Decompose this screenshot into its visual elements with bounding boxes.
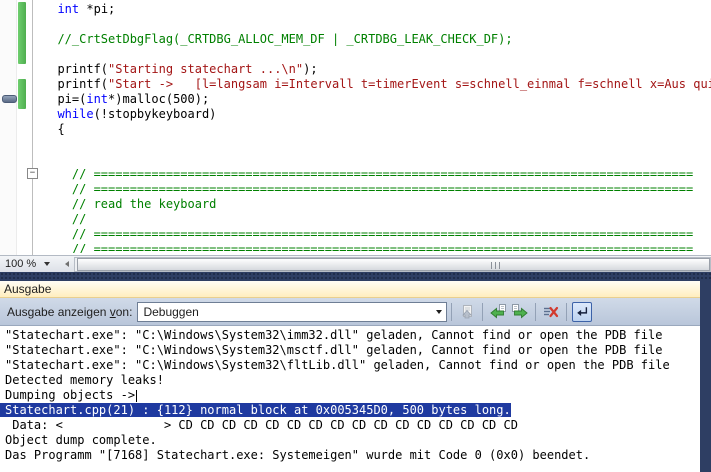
code-editor[interactable]: − int *pi; //_CrtSetDbgFlag(_CRTDBG_ALLO… [0, 0, 711, 255]
previous-message-button[interactable] [488, 302, 508, 322]
output-line[interactable]: "Statechart.exe": "C:\Windows\System32\i… [0, 328, 700, 343]
toolbar-separator [482, 303, 483, 321]
output-text-area[interactable]: "Statechart.exe": "C:\Windows\System32\i… [0, 326, 700, 472]
clear-all-icon [543, 304, 559, 320]
code-line[interactable]: int *pi; [43, 2, 711, 17]
output-line[interactable]: Data: < > CD CD CD CD CD CD CD CD CD CD … [0, 418, 700, 433]
code-line[interactable] [43, 137, 711, 152]
arrow-left-icon [65, 261, 69, 267]
previous-message-icon [490, 304, 506, 320]
code-line[interactable] [43, 152, 711, 167]
collapse-region-icon[interactable]: − [27, 168, 38, 179]
toolbar-separator [566, 303, 567, 321]
environment-edge-strip [700, 281, 711, 472]
change-tracking-bar [18, 2, 26, 64]
editor-zoom-value: 100 % [5, 258, 36, 270]
next-message-button[interactable] [510, 302, 530, 322]
code-line[interactable]: pi=(int*)malloc(500); [43, 92, 711, 107]
scroll-left-button[interactable] [60, 256, 74, 272]
code-line[interactable]: // =====================================… [43, 227, 711, 242]
clear-all-button[interactable] [541, 302, 561, 322]
breakpoint-margin[interactable] [0, 0, 17, 255]
output-panel-header: Ausgabe [0, 281, 700, 298]
find-message-in-code-button[interactable] [457, 302, 477, 322]
next-message-icon [512, 304, 528, 320]
code-line[interactable]: // [43, 212, 711, 227]
scrollbar-thumb[interactable] [77, 258, 710, 271]
toolbar-separator [535, 303, 536, 321]
code-lines[interactable]: int *pi; //_CrtSetDbgFlag(_CRTDBG_ALLOC_… [43, 2, 711, 253]
scrollbar-grip-icon [491, 262, 501, 269]
chevron-down-icon [44, 262, 50, 266]
toolbar-separator [451, 303, 452, 321]
editor-zoom-dropdown[interactable]: 100 % [0, 256, 60, 272]
editor-bottom-bar: 100 % [0, 255, 711, 272]
output-line[interactable]: Detected memory leaks! [0, 373, 700, 388]
dropdown-button[interactable] [431, 310, 446, 314]
toggle-word-wrap-icon [575, 305, 589, 319]
code-line[interactable]: // =====================================… [43, 182, 711, 197]
output-line-selected[interactable]: Statechart.cpp(21) : {112} normal block … [0, 403, 700, 418]
gutter-dash-marker-icon[interactable] [2, 95, 17, 103]
horizontal-scrollbar[interactable] [74, 257, 711, 272]
output-tool-window: Ausgabe Ausgabe anzeigen von: Debuggen [0, 281, 711, 472]
show-output-from-label: Ausgabe anzeigen von: [7, 305, 132, 319]
output-line[interactable]: "Statechart.exe": "C:\Windows\System32\f… [0, 358, 700, 373]
output-toolbar: Ausgabe anzeigen von: Debuggen [0, 298, 700, 326]
code-line[interactable]: //_CrtSetDbgFlag(_CRTDBG_ALLOC_MEM_DF | … [43, 32, 711, 47]
output-line[interactable]: Dumping objects -> [0, 388, 700, 403]
output-source-value: Debuggen [138, 305, 431, 319]
code-line[interactable]: while(!stopbykeyboard) [43, 107, 711, 122]
find-message-in-code-icon [459, 304, 475, 320]
code-line[interactable]: printf("Starting statechart ...\n"); [43, 62, 711, 77]
code-line[interactable]: { [43, 122, 711, 137]
code-line[interactable]: // =====================================… [43, 167, 711, 182]
output-line[interactable]: Das Programm "[7168] Statechart.exe: Sys… [0, 448, 700, 463]
output-panel-title: Ausgabe [4, 282, 51, 296]
text-caret [136, 390, 137, 402]
fold-margin-line [32, 0, 33, 255]
panel-splitter[interactable] [0, 272, 711, 281]
chevron-down-icon [436, 310, 442, 314]
code-line[interactable]: // read the keyboard [43, 197, 711, 212]
toggle-word-wrap-button[interactable] [572, 302, 592, 322]
code-line[interactable]: printf("Start -> [l=langsam i=Intervall … [43, 77, 711, 92]
code-line[interactable] [43, 47, 711, 62]
output-line[interactable]: Object dump complete. [0, 433, 700, 448]
output-source-dropdown[interactable]: Debuggen [137, 302, 447, 322]
code-line[interactable] [43, 17, 711, 32]
code-line[interactable]: // =====================================… [43, 242, 711, 253]
change-tracking-bar [18, 79, 26, 109]
output-line[interactable]: "Statechart.exe": "C:\Windows\System32\m… [0, 343, 700, 358]
